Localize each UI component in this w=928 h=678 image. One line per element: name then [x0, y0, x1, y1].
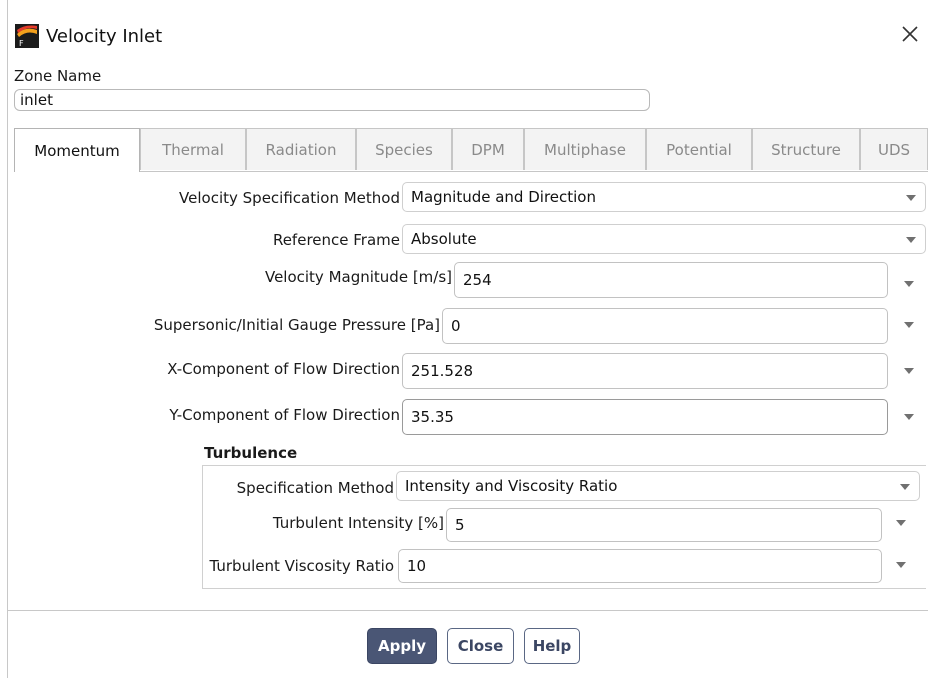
turbulence-spec-label: Specification Method: [236, 479, 394, 497]
window-left-border: [7, 0, 8, 678]
tab-multiphase[interactable]: Multiphase: [524, 128, 646, 170]
apply-button[interactable]: Apply: [367, 628, 437, 664]
chevron-down-icon: [900, 484, 910, 490]
turbulence-group-title: Turbulence: [204, 444, 298, 462]
velocity-magnitude-input[interactable]: 254: [454, 262, 888, 298]
tab-label: Thermal: [162, 140, 224, 159]
velocity-magnitude-label: Velocity Magnitude [m/s]: [264, 268, 452, 286]
turbulence-spec-dropdown[interactable]: Intensity and Viscosity Ratio: [396, 471, 920, 501]
footer-separator: [8, 610, 928, 611]
y-component-input[interactable]: 35.35: [402, 399, 888, 435]
help-label: Help: [532, 637, 572, 655]
chevron-down-icon[interactable]: [904, 414, 914, 420]
velocity-spec-label: Velocity Specification Method: [179, 189, 400, 207]
fluent-logo-icon: F: [15, 24, 39, 48]
tab-label: Radiation: [265, 140, 337, 159]
velocity-magnitude-value: 254: [463, 271, 492, 289]
tab-underline: [14, 171, 928, 172]
turbulent-viscosity-ratio-value: 10: [407, 557, 427, 575]
tab-momentum[interactable]: Momentum: [14, 128, 140, 172]
zone-name-value: inlet: [20, 91, 53, 109]
window-title: Velocity Inlet: [46, 26, 163, 47]
chevron-down-icon[interactable]: [896, 520, 906, 526]
chevron-down-icon: [906, 195, 916, 201]
chevron-down-icon: [906, 237, 916, 243]
reference-frame-dropdown[interactable]: Absolute: [402, 224, 926, 254]
y-component-label: Y-Component of Flow Direction: [169, 406, 400, 424]
chevron-down-icon[interactable]: [904, 368, 914, 374]
tab-potential[interactable]: Potential: [646, 128, 752, 170]
chevron-down-icon[interactable]: [904, 322, 914, 328]
x-component-value: 251.528: [411, 362, 474, 380]
reference-frame-value: Absolute: [411, 230, 477, 248]
zone-name-input[interactable]: inlet: [14, 89, 650, 111]
tab-structure[interactable]: Structure: [752, 128, 860, 170]
tab-label: DPM: [471, 140, 505, 159]
tab-label: UDS: [877, 140, 911, 159]
tab-radiation[interactable]: Radiation: [246, 128, 356, 170]
chevron-down-icon[interactable]: [896, 562, 906, 568]
tab-label: Structure: [771, 140, 841, 159]
velocity-spec-value: Magnitude and Direction: [411, 188, 596, 206]
gauge-pressure-input[interactable]: 0: [442, 308, 888, 344]
reference-frame-label: Reference Frame: [272, 231, 400, 249]
x-component-input[interactable]: 251.528: [402, 353, 888, 389]
help-button[interactable]: Help: [524, 628, 580, 664]
turbulent-intensity-label: Turbulent Intensity [%]: [272, 514, 444, 532]
tab-uds[interactable]: UDS: [860, 128, 928, 170]
close-button[interactable]: Close: [447, 628, 514, 664]
chevron-down-icon[interactable]: [904, 281, 914, 287]
tab-thermal[interactable]: Thermal: [140, 128, 246, 170]
zone-name-label: Zone Name: [14, 67, 102, 85]
tab-label: Potential: [666, 140, 732, 159]
turbulence-spec-value: Intensity and Viscosity Ratio: [405, 477, 618, 495]
tab-dpm[interactable]: DPM: [452, 128, 524, 170]
turbulent-viscosity-ratio-input[interactable]: 10: [398, 549, 882, 583]
x-component-label: X-Component of Flow Direction: [167, 360, 400, 378]
y-component-value: 35.35: [411, 408, 454, 426]
tab-label: Multiphase: [544, 140, 626, 159]
close-label: Close: [457, 637, 504, 655]
tab-label: Momentum: [34, 141, 120, 160]
apply-label: Apply: [377, 637, 426, 655]
tab-bar: Momentum Thermal Radiation Species DPM M…: [14, 128, 928, 172]
gauge-pressure-label: Supersonic/Initial Gauge Pressure [Pa]: [153, 316, 440, 334]
turbulent-viscosity-ratio-label: Turbulent Viscosity Ratio: [209, 557, 395, 575]
turbulent-intensity-value: 5: [455, 516, 465, 534]
turbulent-intensity-input[interactable]: 5: [446, 508, 882, 542]
close-icon[interactable]: [896, 20, 924, 48]
tab-label: Species: [375, 140, 433, 159]
tab-species[interactable]: Species: [356, 128, 452, 170]
velocity-spec-dropdown[interactable]: Magnitude and Direction: [402, 182, 926, 212]
gauge-pressure-value: 0: [451, 317, 461, 335]
svg-text:F: F: [19, 39, 24, 48]
